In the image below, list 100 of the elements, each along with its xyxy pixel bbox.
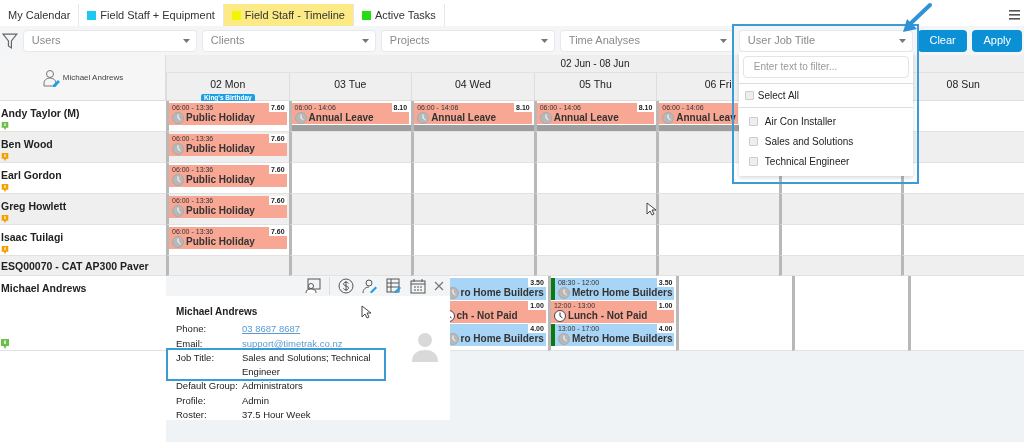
day-header: 04 Wed: [454, 77, 491, 92]
calendar-cell[interactable]: [288, 225, 412, 256]
field-value: Admin: [242, 393, 269, 407]
dropdown-option[interactable]: Technical Engineer: [742, 151, 909, 172]
field-value: Sales and Solutions; Technical Engineer: [242, 351, 372, 378]
calendar-cell[interactable]: [676, 276, 793, 351]
resource-name: Ben Wood: [1, 137, 53, 152]
calendar-cell[interactable]: [166, 256, 289, 276]
resource-name: Earl Gordon: [1, 168, 62, 183]
caret-icon: [361, 38, 369, 43]
day-header: 02 Mon: [210, 77, 246, 92]
checkbox[interactable]: [748, 156, 758, 166]
event-title: Annual Leave: [308, 112, 374, 124]
clock-icon: [557, 333, 570, 345]
event-title: Metro Home Builders: [571, 333, 673, 345]
event-title: ch - Not Paid: [456, 310, 518, 322]
caret-icon: [182, 38, 190, 43]
tab[interactable]: Field Staff - Timeline: [223, 4, 354, 26]
user-edit-icon[interactable]: [362, 278, 378, 294]
dropdown-option[interactable]: Sales and Solutions: [742, 131, 909, 152]
calendar-cell[interactable]: [288, 163, 412, 194]
event-title: ro Home Builders: [460, 333, 544, 345]
field-label: Email:: [176, 336, 204, 350]
dollar-icon[interactable]: [338, 278, 354, 294]
filter-dropdown[interactable]: Clients: [201, 29, 376, 52]
contact-name: Michael Andrews: [176, 305, 258, 319]
calendar-cell[interactable]: [778, 256, 902, 276]
avatar-icon: [410, 332, 440, 362]
filter-input[interactable]: Enter text to filter...: [742, 55, 909, 78]
user-edit-icon: [41, 68, 60, 87]
calendar-cell[interactable]: [533, 132, 657, 163]
calendar-cell[interactable]: [411, 225, 534, 256]
checkbox[interactable]: [744, 90, 754, 100]
day-header: 08 Sun: [946, 77, 980, 92]
field-label: Default Group:: [176, 379, 239, 393]
filter-dropdown[interactable]: User Job Title: [738, 29, 913, 52]
clock-icon: [294, 112, 307, 124]
table-edit-icon[interactable]: [386, 278, 402, 294]
filter-button[interactable]: Clear: [917, 29, 968, 52]
filter-dropdown[interactable]: Projects: [380, 29, 555, 52]
close-icon[interactable]: [434, 281, 444, 291]
calendar-cell[interactable]: [656, 225, 779, 256]
clock-icon: [172, 174, 184, 186]
calendar-cell[interactable]: [411, 163, 534, 194]
resource-name: Andy Taylor (M): [1, 106, 80, 121]
current-user-name: Michael Andrews: [62, 71, 124, 84]
filter-button[interactable]: Apply: [972, 29, 1022, 52]
calendar-cell[interactable]: [533, 225, 657, 256]
calendar-cell[interactable]: [411, 194, 534, 225]
calendar-cell[interactable]: [901, 256, 1024, 276]
select-all-option[interactable]: Select All: [738, 82, 913, 108]
calendar-cell[interactable]: [411, 256, 534, 276]
clock-icon: [172, 112, 184, 124]
field-label: Phone:: [176, 322, 208, 336]
event-title: Public Holiday: [186, 112, 255, 124]
field-value: Administrators: [242, 379, 303, 393]
resource-name: Michael Andrews: [1, 281, 87, 296]
clock-icon: [557, 287, 570, 299]
day-header: 06 Fri: [704, 77, 732, 92]
clock-icon: [172, 143, 184, 155]
calendar-cell[interactable]: [533, 194, 657, 225]
calendar-cell[interactable]: [288, 194, 412, 225]
calendar-cell[interactable]: [908, 276, 1024, 351]
calendar-cell[interactable]: [288, 132, 412, 163]
event-title: Metro Home Builders: [571, 287, 673, 299]
resource-name: Isaac Tuilagi: [1, 230, 64, 245]
cursor-icon: [361, 305, 371, 319]
field-value: 37.5 Hour Week: [242, 408, 311, 422]
calendar-cell[interactable]: [411, 132, 534, 163]
event-title: Public Holiday: [186, 174, 255, 186]
event-title: Public Holiday: [186, 143, 255, 155]
calendar-cell[interactable]: [901, 194, 1024, 225]
day-header: 05 Thu: [579, 77, 612, 92]
caret-icon: [898, 38, 906, 43]
calendar-cell[interactable]: [533, 256, 657, 276]
calendar-cell[interactable]: [533, 163, 657, 194]
calendar-cell[interactable]: [792, 276, 909, 351]
calendar-icon[interactable]: [410, 278, 426, 294]
filter-dropdown[interactable]: Users: [22, 29, 197, 52]
filter-icon[interactable]: [2, 31, 18, 50]
caret-icon: [719, 38, 727, 43]
calendar-cell[interactable]: [288, 256, 412, 276]
field-label: Roster:: [176, 408, 208, 422]
filter-dropdown[interactable]: Time Analyses: [559, 29, 734, 52]
event-title: Public Holiday: [186, 236, 255, 248]
calendar-cell[interactable]: [901, 225, 1024, 256]
checkbox[interactable]: [748, 136, 758, 146]
presenter-icon[interactable]: [305, 278, 321, 294]
event-title: ro Home Builders: [460, 287, 544, 299]
clock-icon: [662, 112, 675, 124]
calendar-cell[interactable]: [656, 194, 779, 225]
clock-icon: [172, 205, 184, 217]
calendar-cell[interactable]: [656, 256, 779, 276]
field-label: Profile:: [176, 393, 207, 407]
calendar-cell[interactable]: [778, 194, 902, 225]
week-range: 02 Jun - 08 Jun: [560, 57, 630, 71]
menu-icon[interactable]: [1009, 10, 1020, 20]
checkbox[interactable]: [748, 116, 758, 126]
clock-icon: [172, 236, 184, 248]
calendar-cell[interactable]: [778, 225, 902, 256]
